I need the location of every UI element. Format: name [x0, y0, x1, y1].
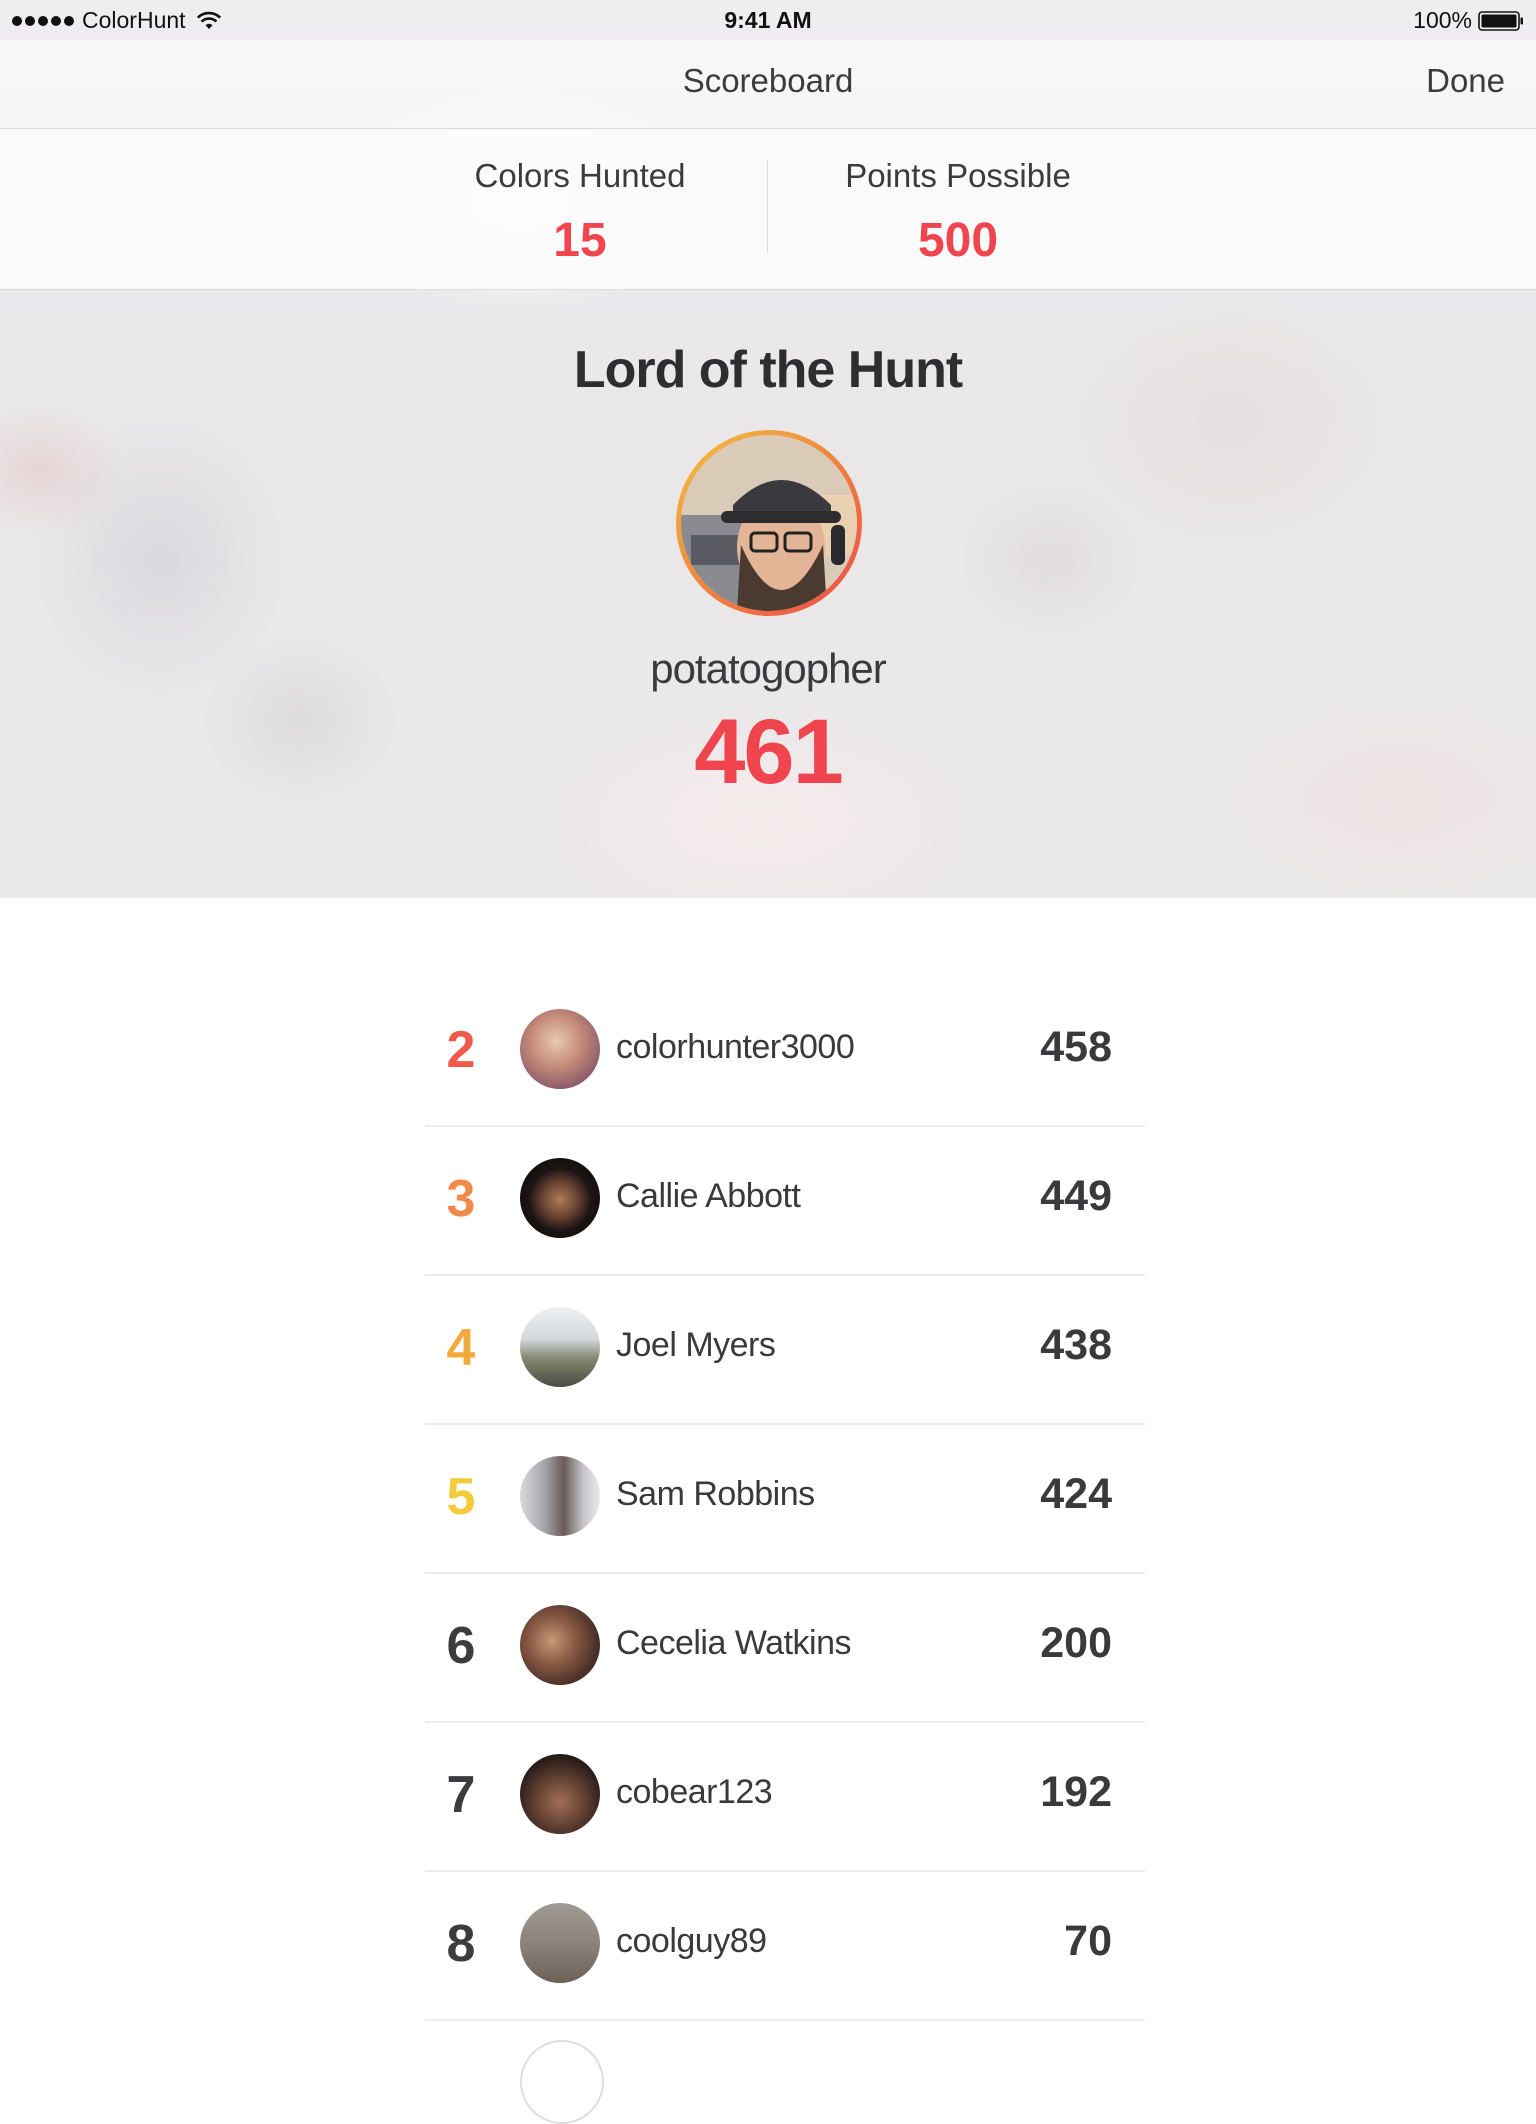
rank-number: 7: [446, 1766, 476, 1824]
avatar: [520, 1605, 600, 1685]
page-title: Scoreboard: [682, 62, 854, 99]
leaderboard-row[interactable]: 7 cobear123 192: [425, 1723, 1145, 1872]
player-score: 192: [1040, 1768, 1112, 1816]
player-name: Joel Myers: [616, 1326, 776, 1364]
player-score: 449: [1040, 1172, 1112, 1220]
points-possible-value: 500: [917, 214, 999, 267]
points-possible-stat: Points Possible 500: [768, 157, 1148, 268]
player-name: coolguy89: [616, 1922, 767, 1960]
player-score: 70: [1064, 1917, 1112, 1965]
winner-title: Lord of the Hunt: [573, 341, 963, 399]
points-possible-label: Points Possible: [845, 157, 1071, 194]
player-name: cobear123: [616, 1773, 773, 1811]
leaderboard-row[interactable]: 3 Callie Abbott 449: [425, 1127, 1145, 1276]
status-bar-time: 9:41 AM: [724, 7, 812, 33]
avatar: [520, 1009, 600, 1089]
battery-icon: [1478, 10, 1523, 31]
status-bar-right: 100%: [1413, 7, 1524, 34]
rank-number: 4: [446, 1319, 476, 1377]
leaderboard-row[interactable]: 5 Sam Robbins 424: [425, 1425, 1145, 1574]
rank-number: 3: [446, 1170, 476, 1228]
avatar: [520, 2040, 604, 2124]
player-score: 438: [1040, 1321, 1112, 1369]
avatar: [520, 1903, 600, 1983]
winner-score: 461: [694, 701, 844, 803]
rank-number: 5: [446, 1468, 476, 1526]
player-name: Cecelia Watkins: [616, 1624, 851, 1662]
player-score: 458: [1040, 1023, 1112, 1071]
leaderboard-row[interactable]: 6 Cecelia Watkins 200: [425, 1574, 1145, 1723]
done-button[interactable]: Done: [1426, 62, 1505, 100]
battery-percentage: 100%: [1413, 7, 1472, 33]
colors-hunted-label: Colors Hunted: [474, 157, 686, 194]
winner-avatar-ring: [676, 430, 862, 616]
leaderboard-row[interactable]: 8 coolguy89 70: [425, 1872, 1145, 2021]
stats-panel: Colors Hunted 15 Points Possible 500: [0, 129, 1536, 290]
rank-number: 6: [446, 1617, 476, 1675]
avatar: [520, 1307, 600, 1387]
player-name: Callie Abbott: [616, 1177, 801, 1215]
avatar: [520, 1754, 600, 1834]
rank-number: 2: [446, 1021, 476, 1079]
avatar: [520, 1158, 600, 1238]
player-name: colorhunter3000: [616, 1028, 855, 1066]
winner-avatar[interactable]: [681, 435, 857, 611]
winner-name: potatogopher: [650, 645, 887, 692]
avatar: [520, 1456, 600, 1536]
colors-hunted-value: 15: [553, 214, 607, 267]
rank-number: 8: [446, 1915, 476, 1973]
leaderboard-row[interactable]: 4 Joel Myers 438: [425, 1276, 1145, 1425]
player-name: Sam Robbins: [616, 1475, 815, 1513]
leaderboard-list: 2 colorhunter3000 458 3 Callie Abbott 44…: [425, 978, 1145, 2021]
colors-hunted-stat: Colors Hunted 15: [390, 157, 770, 268]
player-score: 200: [1040, 1619, 1112, 1667]
player-score: 424: [1040, 1470, 1112, 1518]
status-bar: ColorHunt 9:41 AM 100%: [0, 0, 1536, 40]
leaderboard-row[interactable]: 2 colorhunter3000 458: [425, 978, 1145, 1127]
navigation-bar: Scoreboard Done: [0, 40, 1536, 129]
